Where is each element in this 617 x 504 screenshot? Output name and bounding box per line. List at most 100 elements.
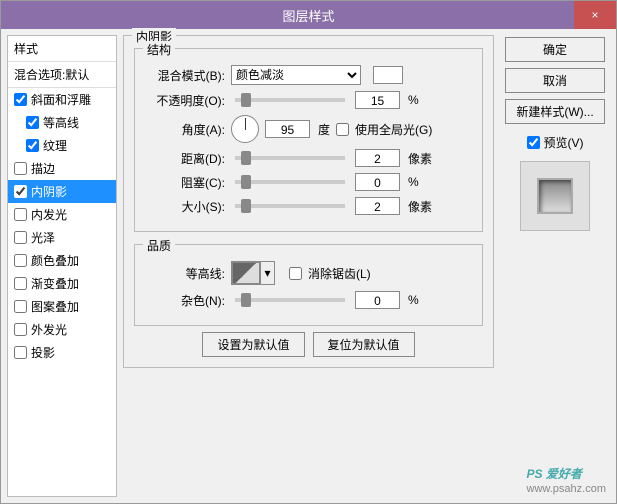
- noise-unit: %: [408, 293, 419, 307]
- angle-dial[interactable]: [231, 115, 259, 143]
- size-slider[interactable]: [235, 204, 345, 208]
- noise-label: 杂色(N):: [145, 292, 225, 309]
- style-item-label: 外发光: [31, 321, 67, 338]
- layer-style-dialog: 图层样式 × 样式 混合选项:默认 斜面和浮雕等高线纹理描边内阴影内发光光泽颜色…: [0, 0, 617, 504]
- distance-value[interactable]: 2: [355, 149, 400, 167]
- style-item-checkbox[interactable]: [26, 139, 39, 152]
- contour-swatch-icon: [232, 262, 260, 284]
- cancel-button[interactable]: 取消: [505, 68, 605, 93]
- global-light-label: 使用全局光(G): [355, 121, 432, 138]
- choke-unit: %: [408, 175, 419, 189]
- style-item[interactable]: 颜色叠加: [8, 249, 116, 272]
- style-item-checkbox[interactable]: [14, 323, 27, 336]
- ok-button[interactable]: 确定: [505, 37, 605, 62]
- style-item[interactable]: 图案叠加: [8, 295, 116, 318]
- opacity-label: 不透明度(O):: [145, 92, 225, 109]
- style-item-label: 内发光: [31, 206, 67, 223]
- choke-label: 阻塞(C):: [145, 174, 225, 191]
- distance-row: 距离(D): 2 像素: [145, 149, 472, 167]
- distance-unit: 像素: [408, 150, 432, 167]
- quality-title: 品质: [143, 237, 175, 254]
- style-item-label: 描边: [31, 160, 55, 177]
- preview-checkbox[interactable]: [527, 136, 540, 149]
- opacity-slider[interactable]: [235, 98, 345, 102]
- window-title: 图层样式: [282, 6, 334, 25]
- style-item-checkbox[interactable]: [14, 185, 27, 198]
- size-row: 大小(S): 2 像素: [145, 197, 472, 215]
- style-item-label: 光泽: [31, 229, 55, 246]
- reset-default-button[interactable]: 复位为默认值: [313, 332, 415, 357]
- structure-title: 结构: [143, 41, 175, 58]
- noise-value[interactable]: 0: [355, 291, 400, 309]
- size-label: 大小(S):: [145, 198, 225, 215]
- style-item[interactable]: 描边: [8, 157, 116, 180]
- contour-picker[interactable]: ▾: [231, 261, 275, 285]
- style-item-checkbox[interactable]: [14, 300, 27, 313]
- style-item-checkbox[interactable]: [14, 208, 27, 221]
- style-item[interactable]: 内发光: [8, 203, 116, 226]
- opacity-row: 不透明度(O): 15 %: [145, 91, 472, 109]
- style-item-label: 等高线: [43, 114, 79, 131]
- chevron-down-icon: ▾: [260, 262, 274, 284]
- content: 样式 混合选项:默认 斜面和浮雕等高线纹理描边内阴影内发光光泽颜色叠加渐变叠加图…: [1, 29, 616, 503]
- preview-box: [520, 161, 590, 231]
- style-item-label: 内阴影: [31, 183, 67, 200]
- watermark-sub: www.psahz.com: [527, 483, 606, 495]
- new-style-button[interactable]: 新建样式(W)...: [505, 99, 605, 124]
- style-item-label: 纹理: [43, 137, 67, 154]
- close-icon: ×: [591, 8, 598, 22]
- blend-mode-select[interactable]: 颜色减淡: [231, 65, 361, 85]
- noise-slider[interactable]: [235, 298, 345, 302]
- style-list: 斜面和浮雕等高线纹理描边内阴影内发光光泽颜色叠加渐变叠加图案叠加外发光投影: [8, 88, 116, 364]
- distance-slider[interactable]: [235, 156, 345, 160]
- blend-mode-label: 混合模式(B):: [145, 67, 225, 84]
- default-buttons: 设置为默认值 复位为默认值: [134, 332, 483, 357]
- blend-mode-row: 混合模式(B): 颜色减淡: [145, 65, 472, 85]
- style-item-checkbox[interactable]: [14, 231, 27, 244]
- style-item[interactable]: 光泽: [8, 226, 116, 249]
- color-swatch[interactable]: [373, 66, 403, 84]
- styles-header[interactable]: 样式: [8, 36, 116, 62]
- size-value[interactable]: 2: [355, 197, 400, 215]
- style-item[interactable]: 投影: [8, 341, 116, 364]
- right-panel: 确定 取消 新建样式(W)... 预览(V): [500, 35, 610, 497]
- contour-row: 等高线: ▾ 消除锯齿(L): [145, 261, 472, 285]
- style-item-checkbox[interactable]: [26, 116, 39, 129]
- opacity-unit: %: [408, 93, 419, 107]
- style-item[interactable]: 纹理: [8, 134, 116, 157]
- quality-group: 品质 等高线: ▾ 消除锯齿(L) 杂色(N): 0: [134, 244, 483, 326]
- style-item-label: 斜面和浮雕: [31, 91, 91, 108]
- style-item-checkbox[interactable]: [14, 346, 27, 359]
- close-button[interactable]: ×: [574, 1, 616, 29]
- style-item-label: 投影: [31, 344, 55, 361]
- contour-label: 等高线:: [145, 265, 225, 282]
- style-item[interactable]: 渐变叠加: [8, 272, 116, 295]
- global-light-checkbox[interactable]: [336, 123, 349, 136]
- preview-thumbnail: [537, 178, 573, 214]
- blending-options-default[interactable]: 混合选项:默认: [8, 62, 116, 88]
- style-item[interactable]: 等高线: [8, 111, 116, 134]
- antialias-checkbox[interactable]: [289, 267, 302, 280]
- angle-label: 角度(A):: [145, 121, 225, 138]
- inner-shadow-group: 内阴影 结构 混合模式(B): 颜色减淡 不透明度(O): 15 %: [123, 35, 494, 368]
- angle-unit: 度: [318, 121, 330, 138]
- size-unit: 像素: [408, 198, 432, 215]
- make-default-button[interactable]: 设置为默认值: [202, 332, 304, 357]
- choke-row: 阻塞(C): 0 %: [145, 173, 472, 191]
- angle-value[interactable]: 95: [265, 120, 310, 138]
- center-panel: 内阴影 结构 混合模式(B): 颜色减淡 不透明度(O): 15 %: [123, 35, 494, 497]
- style-item[interactable]: 外发光: [8, 318, 116, 341]
- choke-slider[interactable]: [235, 180, 345, 184]
- distance-label: 距离(D):: [145, 150, 225, 167]
- opacity-value[interactable]: 15: [355, 91, 400, 109]
- style-item[interactable]: 斜面和浮雕: [8, 88, 116, 111]
- titlebar: 图层样式 ×: [1, 1, 616, 29]
- style-item-checkbox[interactable]: [14, 162, 27, 175]
- choke-value[interactable]: 0: [355, 173, 400, 191]
- style-item-checkbox[interactable]: [14, 93, 27, 106]
- style-item-checkbox[interactable]: [14, 254, 27, 267]
- style-item-checkbox[interactable]: [14, 277, 27, 290]
- style-item[interactable]: 内阴影: [8, 180, 116, 203]
- antialias-label: 消除锯齿(L): [308, 265, 371, 282]
- preview-row: 预览(V): [527, 134, 584, 151]
